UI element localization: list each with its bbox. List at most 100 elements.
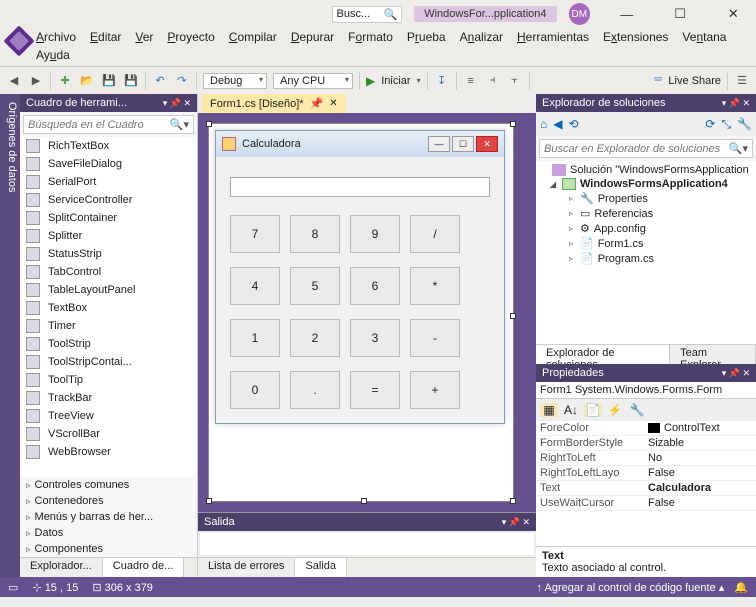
property-row[interactable]: TextCalculadora [536,481,756,496]
calc-button[interactable]: 4 [230,267,280,305]
props-icon[interactable]: 🔧 [737,117,752,131]
refresh-icon[interactable]: ⟳ [705,117,715,131]
close-tab-icon[interactable]: ✕ [329,98,337,109]
toolbox-category[interactable]: Contenedores [20,493,197,509]
calc-button[interactable]: 2 [290,319,340,357]
back-icon[interactable]: ◀ [6,73,22,89]
undo-icon[interactable]: ↶ [152,73,168,89]
tree-node[interactable]: ▹📄Form1.cs [538,236,754,251]
source-control[interactable]: ↑ Agregar al control de código fuente ▴ [537,581,725,594]
property-row[interactable]: UseWaitCursorFalse [536,496,756,511]
solnexp-tab[interactable]: Team Explorer [670,345,756,364]
cat-icon[interactable]: ▦ [540,403,558,417]
menu-item[interactable]: Herramientas [517,30,589,44]
pin-icon[interactable]: ▾ 📌 ✕ [163,98,191,109]
start-icon[interactable]: ▶ [366,74,375,88]
toolbox-item[interactable]: ToolStrip [20,335,197,353]
output-tab[interactable]: Lista de errores [198,558,295,577]
property-row[interactable]: FormBorderStyleSizable [536,436,756,451]
calc-button[interactable]: 1 [230,319,280,357]
open-icon[interactable]: 📂 [79,73,95,89]
step-icon[interactable]: ↧ [434,73,450,89]
pin-icon[interactable]: ▾ 📌 ✕ [722,98,750,109]
calc-button[interactable]: = [350,371,400,409]
collapse-icon[interactable]: ⤡ [721,117,731,132]
tree-node[interactable]: ▹🔧Properties [538,191,754,206]
menu-item[interactable]: Editar [90,30,121,44]
toolbox-category[interactable]: Menús y barras de her... [20,509,197,525]
menu-item[interactable]: Ver [135,30,153,44]
liveshare-icon[interactable]: ⮹ [654,74,663,87]
pin-icon[interactable]: ▾ 📌 ✕ [502,517,530,528]
platform-combo[interactable]: Any CPU [273,73,353,89]
back-icon[interactable]: ◀ [553,117,562,131]
tree-node[interactable]: ▹▭Referencias [538,206,754,221]
calc-button[interactable]: 9 [350,215,400,253]
datasources-tab[interactable]: Orígenes de datos [0,94,20,577]
form-designer[interactable]: Calculadora — ☐ ✕ 789/456*123-0.=+ [208,123,514,502]
menu-item[interactable]: Analizar [460,30,503,44]
menu-item[interactable]: Archivo [36,30,76,44]
live-share[interactable]: Live Share [668,75,721,87]
calc-button[interactable]: + [410,371,460,409]
toolbox-item[interactable]: RichTextBox [20,137,197,155]
toolbox-search[interactable]: Búsqueda en el Cuadro🔍▾ [23,115,194,134]
menu-item[interactable]: Ventana [682,30,726,44]
calc-button[interactable]: 0 [230,371,280,409]
saveall-icon[interactable]: 💾 [123,73,139,89]
wrench-icon[interactable]: 🔧 [628,403,646,417]
property-row[interactable]: ForeColorControlText [536,421,756,436]
home-icon[interactable]: ⌂ [540,117,547,131]
align3-icon[interactable]: ⫟ [507,73,523,89]
solnexp-tab[interactable]: Explorador de soluciones [536,345,670,364]
tree-node[interactable]: ▹⚙App.config [538,221,754,236]
pin-icon[interactable]: ▾ 📌 ✕ [722,368,750,379]
toolbox-tab[interactable]: Explorador... [20,558,103,577]
prop-icon[interactable]: 📄 [584,403,602,417]
menu-item[interactable]: Prueba [407,30,446,44]
toolbox-item[interactable]: VScrollBar [20,425,197,443]
pin-icon[interactable]: 📌 [310,97,324,110]
project-node[interactable]: ◢WindowsFormsApplication4 [538,177,754,191]
toolbox-item[interactable]: SaveFileDialog [20,155,197,173]
tree-node[interactable]: ▹📄Program.cs [538,251,754,266]
toolbox-item[interactable]: TextBox [20,299,197,317]
toolbox-item[interactable]: Splitter [20,227,197,245]
avatar[interactable]: DM [569,3,591,25]
calc-button[interactable]: 8 [290,215,340,253]
toolbox-item[interactable]: ServiceController [20,191,197,209]
toolbox-tab[interactable]: Cuadro de... [103,558,185,577]
toolbox-category[interactable]: Datos [20,525,197,541]
save-icon[interactable]: 💾 [101,73,117,89]
menu-item[interactable]: Depurar [291,30,334,44]
toolbox-item[interactable]: Timer [20,317,197,335]
menu-item[interactable]: Compilar [229,30,277,44]
solution-node[interactable]: Solución "WindowsFormsApplication [538,163,754,177]
config-combo[interactable]: Debug [203,73,267,89]
document-tab[interactable]: Form1.cs [Diseño]*📌✕ [202,94,346,113]
calc-button[interactable]: / [410,215,460,253]
toolbox-item[interactable]: TabControl [20,263,197,281]
property-row[interactable]: RightToLeftLayoFalse [536,466,756,481]
toolbox-item[interactable]: TrackBar [20,389,197,407]
property-row[interactable]: RightToLeftNo [536,451,756,466]
notifications-icon[interactable]: 🔔 [734,581,748,594]
output-tab[interactable]: Salida [295,558,347,577]
calc-button[interactable]: 7 [230,215,280,253]
calc-button[interactable]: - [410,319,460,357]
minimize-button[interactable]: — [610,7,643,22]
sync-icon[interactable]: ⟲ [568,117,578,131]
toolbox-item[interactable]: TableLayoutPanel [20,281,197,299]
menu-item[interactable]: Ayuda [36,48,70,62]
event-icon[interactable]: ⚡ [606,403,624,417]
toolbox-item[interactable]: SplitContainer [20,209,197,227]
new-icon[interactable]: ✚ [57,73,73,89]
toolbox-item[interactable]: WebBrowser [20,443,197,461]
menu-item[interactable]: Formato [348,30,393,44]
toolbox-item[interactable]: TreeView [20,407,197,425]
quick-search[interactable]: Busc...🔍 [332,6,403,23]
calc-button[interactable]: 6 [350,267,400,305]
props-object[interactable]: Form1 System.Windows.Forms.Form [536,382,756,399]
toolbox-item[interactable]: ToolTip [20,371,197,389]
redo-icon[interactable]: ↷ [174,73,190,89]
